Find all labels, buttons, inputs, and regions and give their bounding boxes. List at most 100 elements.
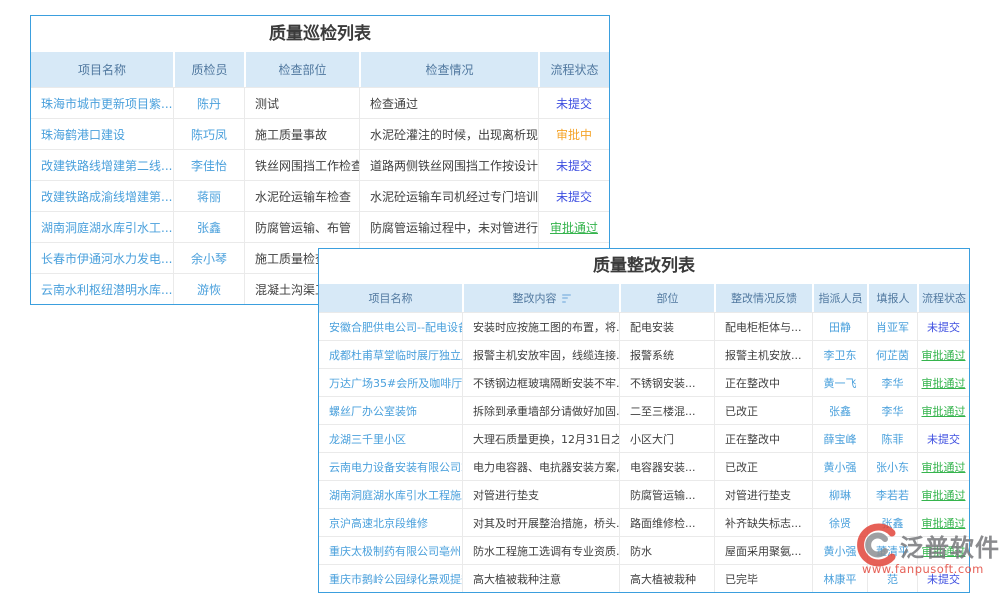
cell-status[interactable]: 未提交 (538, 150, 609, 180)
cell-situation: 检查通过 (359, 88, 538, 118)
cell-project[interactable]: 京沪高速北京段维修 (319, 509, 462, 536)
cell-reporter[interactable]: 张小东 (867, 453, 917, 480)
column-header-label: 流程状态 (550, 61, 598, 78)
table-row: 云南电力设备安装有限公司20...电力电容器、电抗器安装方案,...电容器安装.… (319, 452, 969, 480)
cell-status[interactable]: 审批通过 (917, 397, 969, 424)
cell-content: 拆除到承重墙部分请做好加固... (462, 397, 619, 424)
cell-inspector[interactable]: 蒋丽 (173, 181, 244, 211)
cell-feedback: 对管进行垫支 (714, 481, 812, 508)
column-header-label: 检查部位 (278, 61, 326, 78)
cell-project[interactable]: 长春市伊通河水力发电... (31, 243, 173, 273)
cell-part: 防腐管运输... (619, 481, 714, 508)
cell-inspector[interactable]: 陈巧凤 (173, 119, 244, 149)
cell-status[interactable]: 未提交 (538, 181, 609, 211)
cell-status[interactable]: 审批通过 (917, 369, 969, 396)
cell-part: 防水 (619, 537, 714, 564)
cell-part: 二至三楼混... (619, 397, 714, 424)
cell-reporter[interactable]: 李若若 (867, 481, 917, 508)
cell-status[interactable]: 审批通过 (917, 453, 969, 480)
cell-project[interactable]: 成都杜甫草堂临时展厅独立展... (319, 341, 462, 368)
cell-feedback: 已改正 (714, 453, 812, 480)
cell-content: 防水工程施工选调有专业资质... (462, 537, 619, 564)
cell-reporter[interactable]: 李华 (867, 397, 917, 424)
cell-assignee[interactable]: 柳琳 (812, 481, 867, 508)
cell-feedback: 补齐缺失标志... (714, 509, 812, 536)
cell-project[interactable]: 安徽合肥供电公司--配电设备... (319, 313, 462, 340)
cell-assignee[interactable]: 田静 (812, 313, 867, 340)
cell-reporter[interactable]: 何芷茵 (867, 341, 917, 368)
column-header-content[interactable]: 整改内容 (462, 284, 619, 312)
cell-status[interactable]: 未提交 (917, 425, 969, 452)
cell-assignee[interactable]: 黄小强 (812, 453, 867, 480)
column-header-label: 整改内容 (513, 290, 557, 306)
cell-part: 电容器安装... (619, 453, 714, 480)
cell-content: 大理石质量更换，12月31日之... (462, 425, 619, 452)
table-row: 螺丝厂办公室装饰拆除到承重墙部分请做好加固...二至三楼混...已改正张鑫李华审… (319, 396, 969, 424)
cell-part: 高大植被栽种 (619, 565, 714, 592)
cell-assignee[interactable]: 黄一飞 (812, 369, 867, 396)
cell-project[interactable]: 云南水利枢纽潜明水库... (31, 274, 173, 304)
cell-assignee[interactable]: 李卫东 (812, 341, 867, 368)
cell-assignee[interactable]: 张鑫 (812, 397, 867, 424)
cell-part: 报警系统 (619, 341, 714, 368)
column-header-reporter: 填报人 (867, 284, 917, 312)
table-row: 万达广场35#会所及咖啡厅空...不锈钢边框玻璃隔断安装不牢...不锈钢安装..… (319, 368, 969, 396)
cell-assignee[interactable]: 薛宝峰 (812, 425, 867, 452)
table-row: 珠海鹤港口建设陈巧凤施工质量事故水泥砼灌注的时候，出现离析现象审批中 (31, 118, 609, 149)
table-row: 湖南洞庭湖水库引水工程施工标对管进行垫支防腐管运输...对管进行垫支柳琳李若若审… (319, 480, 969, 508)
cell-feedback: 已改正 (714, 397, 812, 424)
cell-feedback: 报警主机安放... (714, 341, 812, 368)
column-header-project: 项目名称 (31, 52, 173, 87)
cell-status[interactable]: 审批中 (538, 119, 609, 149)
column-header-label: 项目名称 (369, 290, 413, 306)
cell-feedback: 正在整改中 (714, 369, 812, 396)
cell-project[interactable]: 改建铁路成渝线增建第... (31, 181, 173, 211)
cell-project[interactable]: 云南电力设备安装有限公司20... (319, 453, 462, 480)
table-row: 湖南洞庭湖水库引水工...张鑫防腐管运输、布管防腐管运输过程中，未对管进行...… (31, 211, 609, 242)
watermark-url: www.fanpusoft.com (852, 562, 1000, 576)
column-header-inspector: 质检员 (173, 52, 244, 87)
rectification-table-header: 项目名称整改内容部位整改情况反馈指派人员填报人流程状态 (319, 284, 969, 312)
cell-status[interactable]: 未提交 (538, 88, 609, 118)
cell-part: 防腐管运输、布管 (244, 212, 359, 242)
cell-status[interactable]: 审批通过 (917, 341, 969, 368)
cell-situation: 防腐管运输过程中，未对管进行... (359, 212, 538, 242)
column-header-part: 部位 (619, 284, 714, 312)
cell-reporter[interactable]: 肖亚军 (867, 313, 917, 340)
cell-project[interactable]: 湖南洞庭湖水库引水工程施工标 (319, 481, 462, 508)
cell-status[interactable]: 未提交 (917, 313, 969, 340)
cell-part: 铁丝网围挡工作检查 (244, 150, 359, 180)
cell-project[interactable]: 湖南洞庭湖水库引水工... (31, 212, 173, 242)
cell-situation: 水泥砼运输车司机经过专门培训... (359, 181, 538, 211)
cell-status[interactable]: 审批通过 (538, 212, 609, 242)
cell-inspector[interactable]: 余小琴 (173, 243, 244, 273)
cell-project[interactable]: 改建铁路线增建第二线... (31, 150, 173, 180)
cell-project[interactable]: 重庆市鹅岭公园绿化景观提升... (319, 565, 462, 592)
cell-reporter[interactable]: 李华 (867, 369, 917, 396)
cell-inspector[interactable]: 游恢 (173, 274, 244, 304)
cell-project[interactable]: 重庆太极制药有限公司亳州中... (319, 537, 462, 564)
cell-reporter[interactable]: 陈菲 (867, 425, 917, 452)
table-row: 龙湖三千里小区大理石质量更换，12月31日之...小区大门正在整改中薛宝峰陈菲未… (319, 424, 969, 452)
column-header-label: 指派人员 (819, 290, 863, 306)
column-header-label: 填报人 (877, 290, 910, 306)
table-row: 珠海市城市更新项目紫...陈丹测试检查通过未提交 (31, 87, 609, 118)
cell-content: 对管进行垫支 (462, 481, 619, 508)
cell-inspector[interactable]: 张鑫 (173, 212, 244, 242)
inspection-table-title: 质量巡检列表 (31, 16, 609, 52)
column-header-project: 项目名称 (319, 284, 462, 312)
cell-project[interactable]: 螺丝厂办公室装饰 (319, 397, 462, 424)
cell-project[interactable]: 万达广场35#会所及咖啡厅空... (319, 369, 462, 396)
cell-project[interactable]: 珠海鹤港口建设 (31, 119, 173, 149)
cell-feedback: 屋面采用聚氨... (714, 537, 812, 564)
cell-status[interactable]: 审批通过 (917, 481, 969, 508)
cell-part: 小区大门 (619, 425, 714, 452)
cell-inspector[interactable]: 李佳怡 (173, 150, 244, 180)
table-row: 成都杜甫草堂临时展厅独立展...报警主机安放牢固，线缆连接...报警系统报警主机… (319, 340, 969, 368)
cell-project[interactable]: 龙湖三千里小区 (319, 425, 462, 452)
cell-project[interactable]: 珠海市城市更新项目紫... (31, 88, 173, 118)
cell-inspector[interactable]: 陈丹 (173, 88, 244, 118)
table-row: 改建铁路成渝线增建第...蒋丽水泥砼运输车检查水泥砼运输车司机经过专门培训...… (31, 180, 609, 211)
column-header-label: 部位 (657, 290, 679, 306)
sort-icon[interactable] (562, 292, 571, 304)
